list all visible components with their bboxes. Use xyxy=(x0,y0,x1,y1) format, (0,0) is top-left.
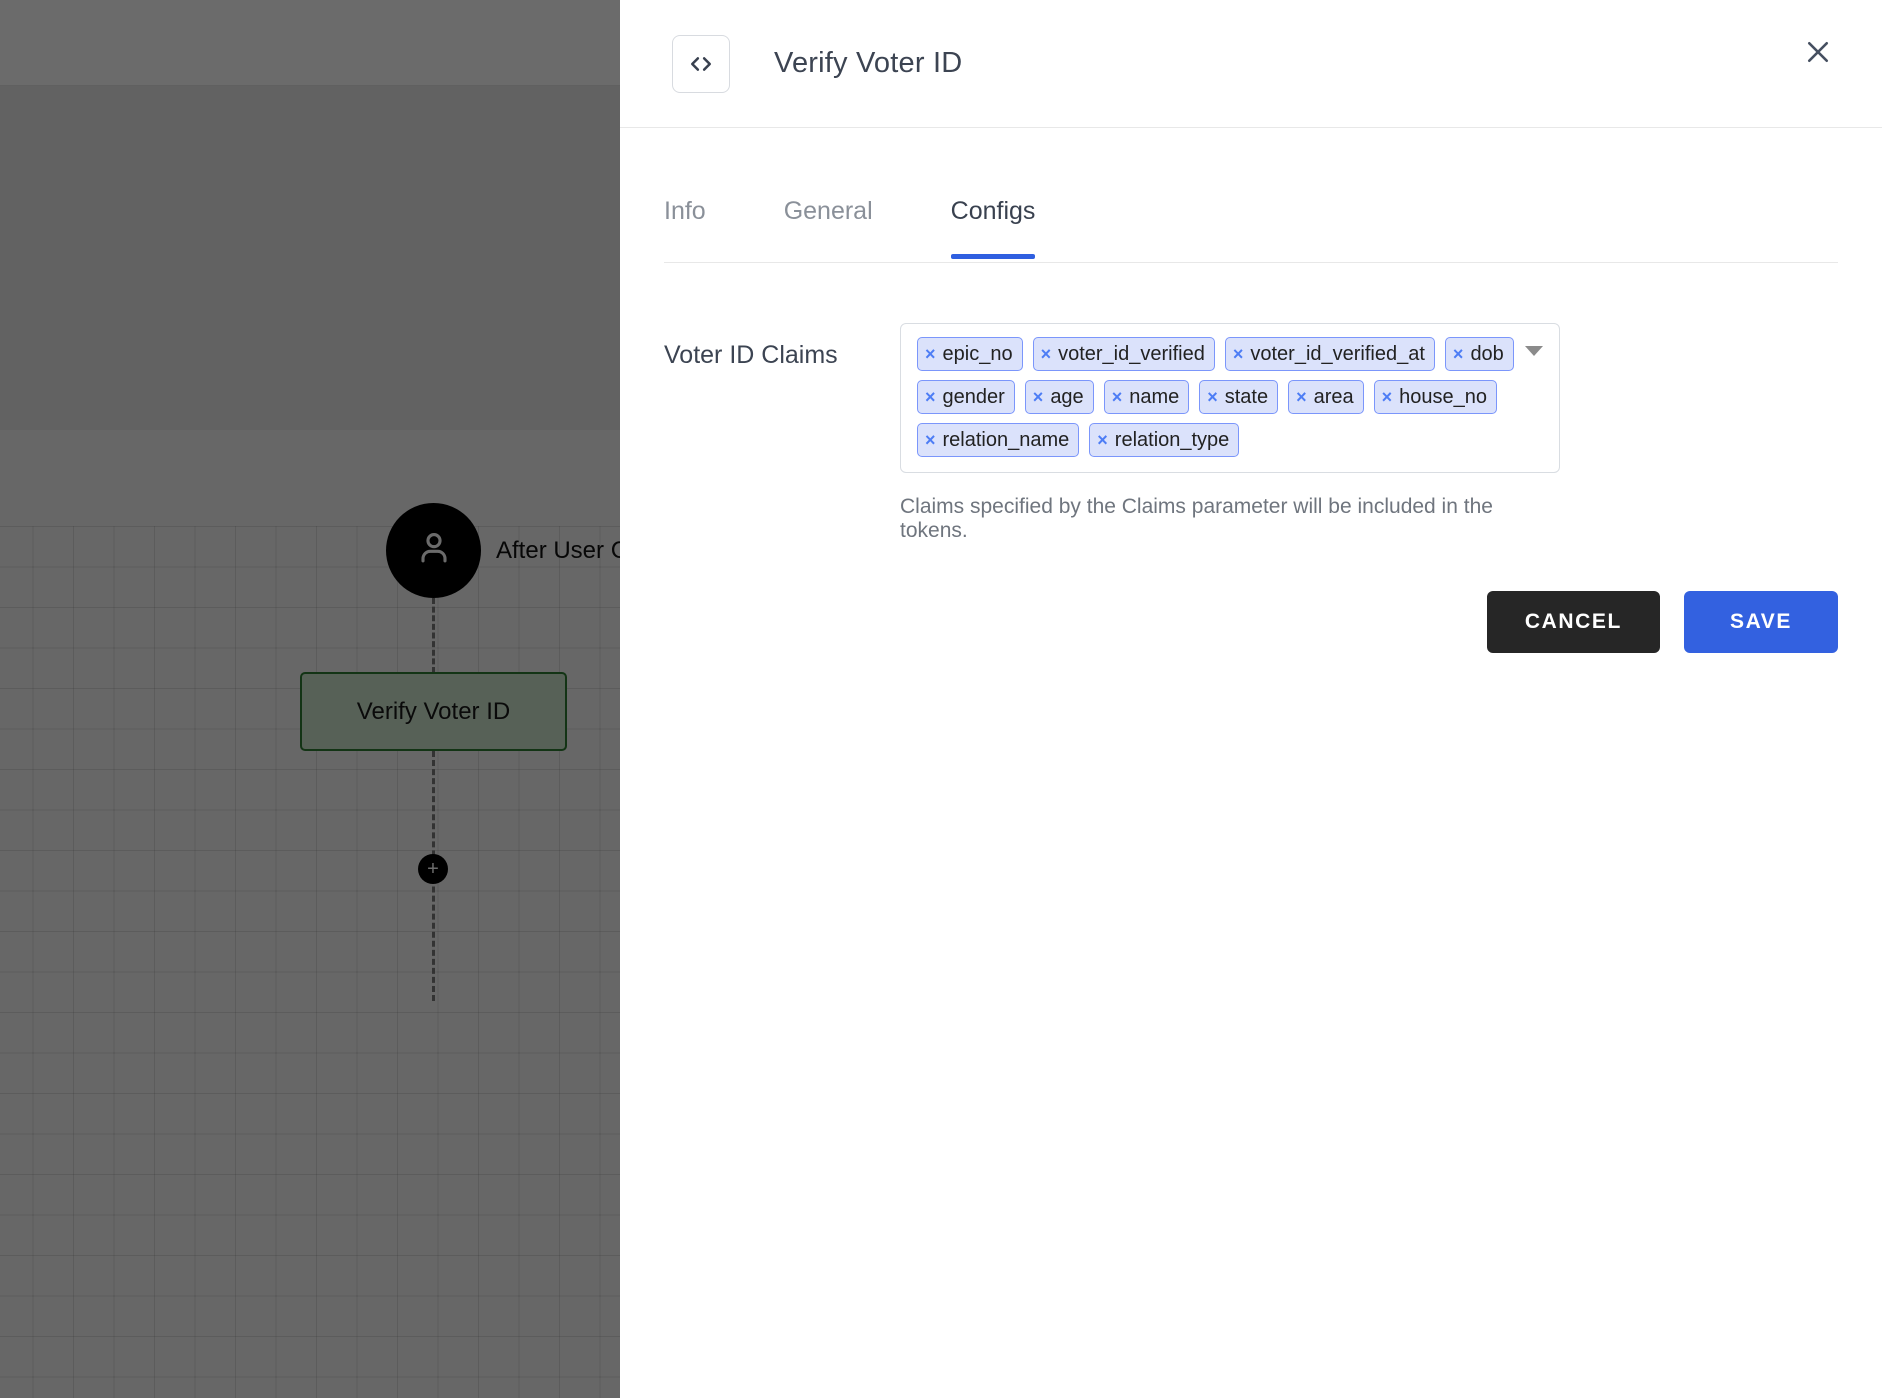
tab-configs[interactable]: Configs xyxy=(950,197,1035,259)
chip-remove-icon[interactable]: × xyxy=(1453,345,1464,363)
panel-actions: CANCEL SAVE xyxy=(620,543,1882,653)
chip-area[interactable]: × area xyxy=(1288,380,1364,414)
chip-house_no[interactable]: × house_no xyxy=(1373,380,1498,414)
chip-voter_id_verified_at[interactable]: × voter_id_verified_at xyxy=(1224,337,1435,371)
chip-label: state xyxy=(1224,385,1269,408)
details-panel: Verify Voter ID Info General Configs Vot… xyxy=(620,0,1882,1398)
chip-epic_no[interactable]: × epic_no xyxy=(917,337,1023,371)
voter-id-claims-row: Voter ID Claims × epic_no × voter_id_verif… xyxy=(620,263,1882,543)
voter-id-claims-label: Voter ID Claims xyxy=(664,341,838,369)
chip-dob[interactable]: × dob xyxy=(1444,337,1514,371)
chip-gender[interactable]: × gender xyxy=(917,380,1015,414)
chip-remove-icon[interactable]: × xyxy=(925,345,936,363)
chip-label: age xyxy=(1050,385,1084,408)
chip-remove-icon[interactable]: × xyxy=(1097,431,1108,449)
chip-label: relation_name xyxy=(942,428,1070,451)
chip-remove-icon[interactable]: × xyxy=(1382,388,1393,406)
chevron-down-icon[interactable] xyxy=(1525,346,1543,356)
tab-general[interactable]: General xyxy=(784,197,873,258)
chip-remove-icon[interactable]: × xyxy=(1207,388,1218,406)
chip-remove-icon[interactable]: × xyxy=(1041,345,1052,363)
chip-label: voter_id_verified xyxy=(1058,342,1205,365)
close-icon[interactable] xyxy=(1794,28,1842,76)
panel-tabs: Info General Configs xyxy=(664,128,1838,263)
chip-label: house_no xyxy=(1399,385,1488,408)
chip-label: relation_type xyxy=(1114,428,1230,451)
tab-info[interactable]: Info xyxy=(664,197,706,258)
chip-age[interactable]: × age xyxy=(1024,380,1094,414)
chip-label: gender xyxy=(942,385,1005,408)
chip-remove-icon[interactable]: × xyxy=(1296,388,1307,406)
voter-id-claims-helper-text: Claims specified by the Claims parameter… xyxy=(900,495,1493,542)
chip-label: name xyxy=(1129,385,1180,408)
chip-voter_id_verified[interactable]: × voter_id_verified xyxy=(1032,337,1215,371)
chip-label: area xyxy=(1313,385,1354,408)
chip-remove-icon[interactable]: × xyxy=(925,431,936,449)
chip-remove-icon[interactable]: × xyxy=(1233,345,1244,363)
chip-name[interactable]: × name xyxy=(1103,380,1190,414)
voter-id-claims-control: × epic_no × voter_id_verified × voter_id_ve… xyxy=(900,323,1560,543)
panel-title: Verify Voter ID xyxy=(774,47,963,79)
panel-header: Verify Voter ID xyxy=(620,0,1882,128)
app-root: After User Con Verify Voter ID + Verify … xyxy=(0,0,1882,1398)
chip-remove-icon[interactable]: × xyxy=(1033,388,1044,406)
chip-relation_name[interactable]: × relation_name xyxy=(917,423,1080,457)
modal-scrim[interactable] xyxy=(0,0,620,1398)
chip-label: voter_id_verified_at xyxy=(1250,342,1425,365)
voter-id-claims-input[interactable]: × epic_no × voter_id_verified × voter_id_ve… xyxy=(900,323,1560,473)
chip-remove-icon[interactable]: × xyxy=(925,388,936,406)
chip-label: dob xyxy=(1470,342,1504,365)
save-button[interactable]: SAVE xyxy=(1683,591,1838,653)
chip-remove-icon[interactable]: × xyxy=(1112,388,1123,406)
chip-relation_type[interactable]: × relation_type xyxy=(1089,423,1240,457)
chip-label: epic_no xyxy=(942,342,1013,365)
chips-container: × epic_no × voter_id_verified × voter_id_ve… xyxy=(917,337,1529,457)
chip-state[interactable]: × state xyxy=(1199,380,1279,414)
code-brackets-icon xyxy=(672,34,730,93)
cancel-button[interactable]: CANCEL xyxy=(1486,591,1660,653)
